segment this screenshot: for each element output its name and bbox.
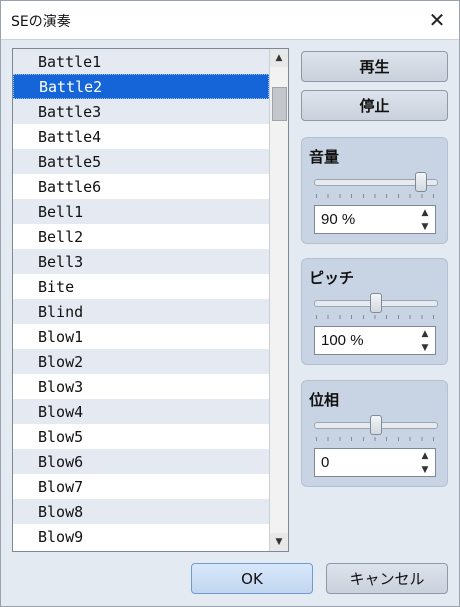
pan-slider-thumb[interactable] — [370, 415, 382, 435]
list-item[interactable]: Battle1 — [13, 49, 269, 74]
list-item[interactable]: Battle4 — [13, 124, 269, 149]
se-file-list[interactable]: Battle1 Battle2 Battle3 Battle4 Battle5 Battl… — [12, 48, 289, 552]
volume-slider-thumb[interactable] — [414, 172, 427, 192]
pan-ticks — [316, 437, 434, 441]
ok-button[interactable]: OK — [191, 563, 313, 594]
pitch-label: ピッチ — [309, 269, 355, 287]
list-item[interactable]: Blow4 — [13, 399, 269, 424]
pitch-slider-thumb[interactable] — [370, 293, 382, 313]
list-item[interactable]: Blow2 — [13, 349, 269, 374]
volume-ticks — [316, 194, 434, 198]
volume-spin-arrows[interactable]: ▲ ▼ — [419, 208, 431, 232]
list-item[interactable]: Bell1 — [13, 199, 269, 224]
volume-label: 音量 — [309, 148, 340, 166]
scroll-down-arrow-icon[interactable]: ▼ — [270, 533, 288, 551]
close-button[interactable]: ✕ — [421, 5, 453, 35]
pitch-ticks — [316, 315, 434, 319]
spin-up-icon[interactable]: ▲ — [422, 451, 429, 461]
list-item[interactable]: Blow3 — [13, 374, 269, 399]
list-item[interactable]: Blind — [13, 299, 269, 324]
list-item[interactable]: Blow9 — [13, 524, 269, 549]
list-item[interactable]: Battle5 — [13, 149, 269, 174]
volume-value: 90 % — [321, 211, 356, 228]
pitch-group: ピッチ 100 % ▲ ▼ — [301, 258, 448, 365]
stop-button[interactable]: 停止 — [301, 90, 448, 121]
list-item[interactable]: Bite — [13, 274, 269, 299]
list-item[interactable]: Blow8 — [13, 499, 269, 524]
pitch-value: 100 % — [321, 332, 364, 349]
volume-spinbox[interactable]: 90 % ▲ ▼ — [314, 205, 436, 234]
pan-group: 位相 0 ▲ ▼ — [301, 380, 448, 487]
play-button[interactable]: 再生 — [301, 51, 448, 82]
pan-spin-arrows[interactable]: ▲ ▼ — [419, 451, 431, 475]
se-file-list-items: Battle1 Battle2 Battle3 Battle4 Battle5 Battl… — [13, 49, 269, 551]
pan-spinbox[interactable]: 0 ▲ ▼ — [314, 448, 436, 477]
pitch-spin-arrows[interactable]: ▲ ▼ — [419, 329, 431, 353]
volume-group: 音量 90 % ▲ ▼ — [301, 137, 448, 244]
list-item[interactable]: Battle3 — [13, 99, 269, 124]
list-item[interactable]: Blow1 — [13, 324, 269, 349]
list-item[interactable]: Blow6 — [13, 449, 269, 474]
list-item-selected[interactable]: Battle2 — [13, 74, 269, 99]
list-item[interactable]: Blow7 — [13, 474, 269, 499]
scrollbar-thumb[interactable] — [272, 87, 287, 121]
window-title: SEの演奏 — [11, 14, 71, 30]
title-bar: SEの演奏 ✕ — [1, 1, 459, 40]
list-item[interactable]: Battle6 — [13, 174, 269, 199]
pitch-spinbox[interactable]: 100 % ▲ ▼ — [314, 326, 436, 355]
list-item[interactable]: Blow5 — [13, 424, 269, 449]
spin-down-icon[interactable]: ▼ — [422, 222, 429, 232]
list-item[interactable]: Bell2 — [13, 224, 269, 249]
spin-up-icon[interactable]: ▲ — [422, 329, 429, 339]
list-scrollbar[interactable]: ▲ ▼ — [269, 49, 288, 551]
spin-up-icon[interactable]: ▲ — [422, 208, 429, 218]
cancel-button[interactable]: キャンセル — [326, 563, 448, 594]
close-icon: ✕ — [428, 8, 446, 32]
pan-value: 0 — [321, 454, 330, 471]
spin-down-icon[interactable]: ▼ — [422, 465, 429, 475]
spin-down-icon[interactable]: ▼ — [422, 343, 429, 353]
se-playback-dialog: SEの演奏 ✕ Battle1 Battle2 Battle3 Battle4 Batt… — [0, 0, 460, 607]
scroll-up-arrow-icon[interactable]: ▲ — [270, 49, 288, 67]
pan-label: 位相 — [309, 391, 340, 409]
list-item[interactable]: Bell3 — [13, 249, 269, 274]
